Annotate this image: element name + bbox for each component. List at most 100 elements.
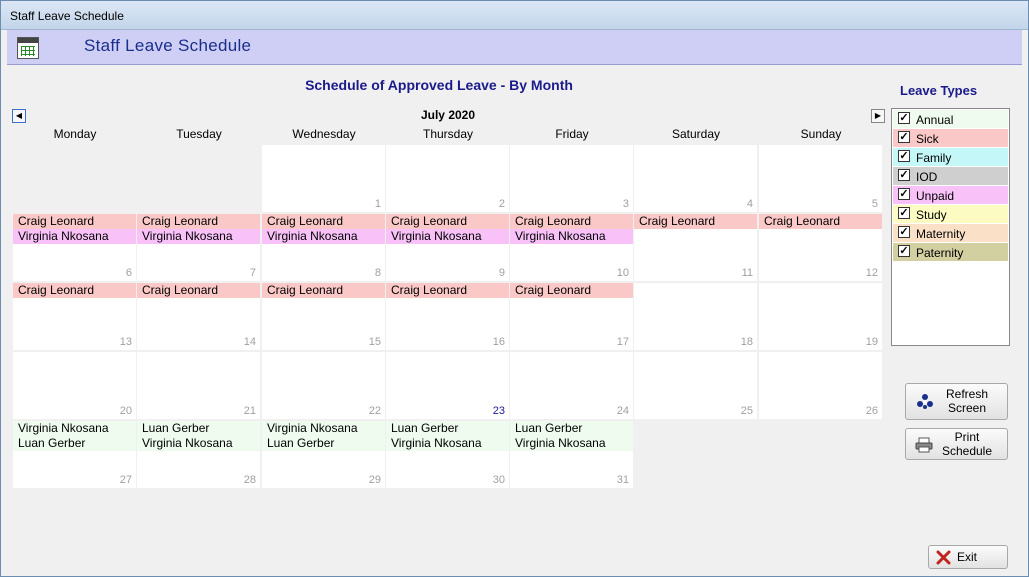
calendar-day-cell[interactable]: 21 [137, 352, 260, 419]
leave-type-label: Sick [916, 132, 939, 146]
leave-entry[interactable]: Craig Leonard [262, 283, 385, 298]
calendar-day-cell[interactable]: Craig Leonard 12 [759, 214, 882, 281]
checkbox[interactable]: ✓ [898, 245, 910, 257]
leave-entry[interactable]: Craig Leonard [13, 214, 136, 229]
leave-type-annual[interactable]: ✓ Annual [893, 110, 1008, 128]
calendar-day-cell[interactable]: Craig Leonard 14 [137, 283, 260, 350]
calendar-day-cell[interactable]: 5 [759, 145, 882, 212]
calendar-day-cell[interactable]: 18 [634, 283, 757, 350]
leave-entry[interactable]: Virginia Nkosana [510, 436, 633, 451]
leave-type-unpaid[interactable]: ✓ Unpaid [893, 186, 1008, 204]
leave-types-list: ✓ Annual ✓ Sick ✓ Family ✓ IOD ✓ Unpaid ✓ Study ✓ Mat… [891, 108, 1010, 346]
calendar-day-cell[interactable]: 19 [759, 283, 882, 350]
leave-entry[interactable]: Luan Gerber [13, 436, 136, 451]
day-header-thursday: Thursday [422, 127, 474, 141]
day-number: 2 [498, 198, 505, 210]
leave-entry[interactable]: Virginia Nkosana [262, 421, 385, 436]
leave-type-family[interactable]: ✓ Family [893, 148, 1008, 166]
schedule-title: Schedule of Approved Leave - By Month [305, 77, 573, 93]
calendar-day-cell[interactable]: Craig Leonard Virginia Nkosana 10 [510, 214, 633, 281]
checkbox[interactable]: ✓ [898, 131, 910, 143]
leave-entry[interactable]: Virginia Nkosana [510, 229, 633, 244]
checkbox[interactable]: ✓ [898, 150, 910, 162]
leave-type-maternity[interactable]: ✓ Maternity [893, 224, 1008, 242]
leave-entry[interactable]: Craig Leonard [13, 283, 136, 298]
leave-entry[interactable]: Craig Leonard [759, 214, 882, 229]
leave-entry[interactable]: Virginia Nkosana [386, 229, 509, 244]
day-number: 22 [368, 405, 381, 417]
title-bar: Staff Leave Schedule [1, 1, 1028, 30]
refresh-icon [916, 393, 934, 414]
leave-entry[interactable]: Virginia Nkosana [13, 421, 136, 436]
calendar-day-cell[interactable]: Craig Leonard 16 [386, 283, 509, 350]
calendar-day-cell[interactable]: Craig Leonard Virginia Nkosana 9 [386, 214, 509, 281]
calendar-day-cell[interactable]: Craig Leonard 17 [510, 283, 633, 350]
leave-entry[interactable]: Craig Leonard [510, 283, 633, 298]
leave-entry[interactable]: Craig Leonard [386, 214, 509, 229]
leave-entry[interactable]: Luan Gerber [137, 421, 260, 436]
previous-month-button[interactable]: ◀ [12, 109, 26, 123]
leave-entry[interactable]: Virginia Nkosana [137, 436, 260, 451]
exit-button[interactable]: Exit [928, 545, 1008, 569]
refresh-screen-button[interactable]: Refresh Screen [905, 383, 1008, 420]
leave-entry[interactable]: Virginia Nkosana [137, 229, 260, 244]
calendar-day-cell[interactable]: Craig Leonard Virginia Nkosana 7 [137, 214, 260, 281]
day-header-saturday: Saturday [671, 127, 721, 141]
day-number: 10 [616, 267, 629, 279]
calendar-day-cell[interactable]: Craig Leonard 13 [13, 283, 136, 350]
refresh-screen-label: Refresh Screen [945, 387, 989, 415]
day-number: 6 [125, 267, 132, 279]
window-title: Staff Leave Schedule [10, 9, 124, 23]
checkbox[interactable]: ✓ [898, 112, 910, 124]
day-number: 28 [243, 474, 256, 486]
day-number: 30 [492, 474, 505, 486]
calendar-day-cell[interactable]: Luan Gerber Virginia Nkosana 31 [510, 421, 633, 488]
leave-entry[interactable]: Craig Leonard [386, 283, 509, 298]
calendar-day-cell[interactable]: Craig Leonard Virginia Nkosana 8 [262, 214, 385, 281]
checkbox[interactable]: ✓ [898, 207, 910, 219]
day-header-sunday: Sunday [800, 127, 842, 141]
leave-type-study[interactable]: ✓ Study [893, 205, 1008, 223]
leave-entry[interactable]: Luan Gerber [386, 421, 509, 436]
calendar-day-cell[interactable]: 23 [386, 352, 509, 419]
leave-entry[interactable]: Virginia Nkosana [13, 229, 136, 244]
next-month-button[interactable]: ▶ [871, 109, 885, 123]
leave-entry[interactable]: Craig Leonard [262, 214, 385, 229]
calendar-day-cell[interactable]: Virginia Nkosana Luan Gerber 29 [262, 421, 385, 488]
leave-type-paternity[interactable]: ✓ Paternity [893, 243, 1008, 261]
leave-entry[interactable]: Virginia Nkosana [262, 229, 385, 244]
calendar-day-cell[interactable]: Craig Leonard 15 [262, 283, 385, 350]
calendar-day-cell[interactable]: 1 [262, 145, 385, 212]
print-schedule-button[interactable]: Print Schedule [905, 428, 1008, 460]
checkbox[interactable]: ✓ [898, 169, 910, 181]
calendar-day-cell[interactable]: 25 [634, 352, 757, 419]
month-label: July 2020 [420, 108, 476, 122]
calendar-day-cell[interactable]: 24 [510, 352, 633, 419]
leave-entry[interactable]: Craig Leonard [137, 283, 260, 298]
checkbox[interactable]: ✓ [898, 188, 910, 200]
calendar-day-cell[interactable]: 22 [262, 352, 385, 419]
leave-entry[interactable]: Craig Leonard [510, 214, 633, 229]
checkbox[interactable]: ✓ [898, 226, 910, 238]
day-number: 3 [622, 198, 629, 210]
leave-entry[interactable]: Craig Leonard [137, 214, 260, 229]
calendar-day-cell[interactable]: 26 [759, 352, 882, 419]
calendar-day-cell[interactable]: Luan Gerber Virginia Nkosana 30 [386, 421, 509, 488]
day-number: 16 [492, 336, 505, 348]
calendar-day-cell[interactable]: Virginia Nkosana Luan Gerber 27 [13, 421, 136, 488]
leave-entry[interactable]: Luan Gerber [262, 436, 385, 451]
calendar-day-cell[interactable]: 20 [13, 352, 136, 419]
leave-entry[interactable]: Virginia Nkosana [386, 436, 509, 451]
calendar-day-cell[interactable]: 3 [510, 145, 633, 212]
calendar-day-cell[interactable]: Luan Gerber Virginia Nkosana 28 [137, 421, 260, 488]
calendar-day-cell[interactable]: Craig Leonard 11 [634, 214, 757, 281]
leave-type-iod[interactable]: ✓ IOD [893, 167, 1008, 185]
calendar-day-cell[interactable]: 2 [386, 145, 509, 212]
day-number: 26 [865, 405, 878, 417]
leave-entry[interactable]: Luan Gerber [510, 421, 633, 436]
leave-entry[interactable]: Craig Leonard [634, 214, 757, 229]
calendar-day-cell[interactable]: Craig Leonard Virginia Nkosana 6 [13, 214, 136, 281]
day-number: 29 [368, 474, 381, 486]
leave-type-sick[interactable]: ✓ Sick [893, 129, 1008, 147]
calendar-day-cell[interactable]: 4 [634, 145, 757, 212]
